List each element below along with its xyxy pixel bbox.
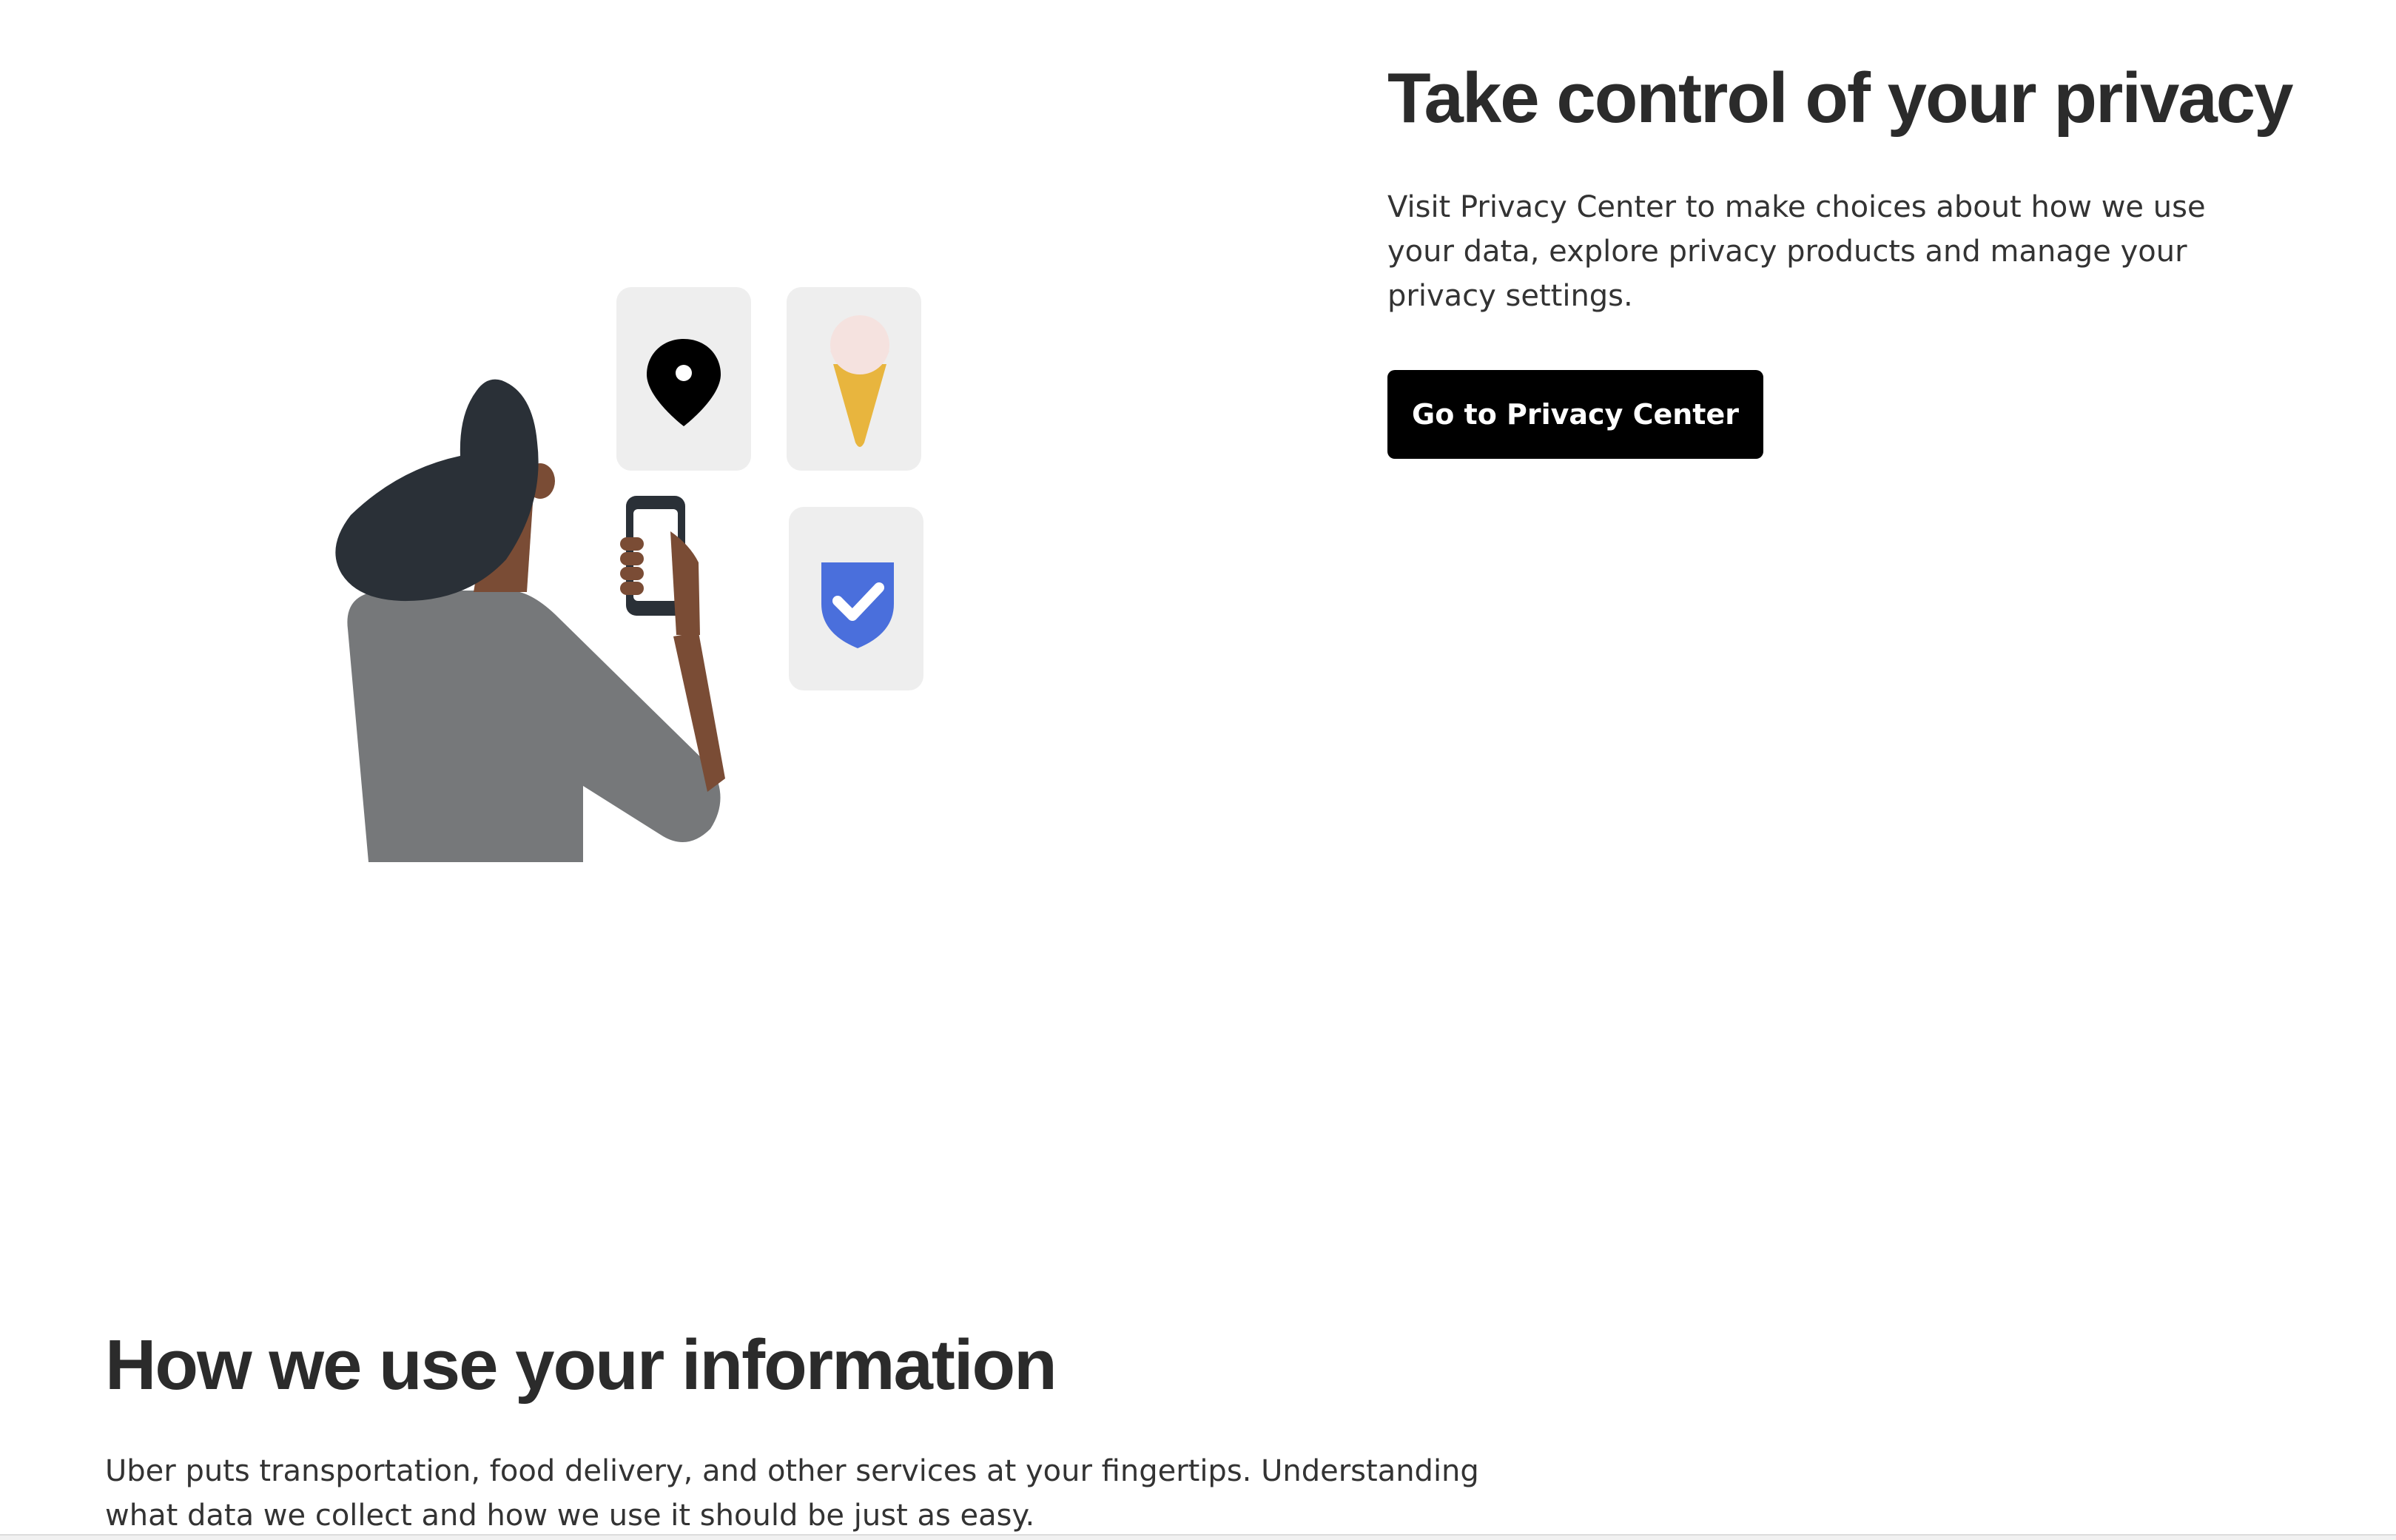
go-to-privacy-center-button[interactable]: Go to Privacy Center — [1387, 370, 1763, 459]
privacy-illustration — [311, 281, 947, 873]
location-card — [616, 287, 751, 471]
privacy-section: Take control of your privacy Visit Priva… — [1387, 58, 2335, 459]
info-description: Uber puts transportation, food delivery,… — [105, 1454, 1479, 1533]
info-title: How we use your information — [105, 1325, 1057, 1405]
privacy-title: Take control of your privacy — [1387, 58, 2294, 138]
privacy-page: Take control of your privacy Visit Priva… — [0, 0, 2396, 1540]
shield-card — [789, 507, 923, 690]
bottom-divider — [0, 1534, 2396, 1540]
info-section: How we use your information Uber puts tr… — [105, 1325, 1733, 1538]
ice-cream-card — [787, 287, 921, 471]
privacy-description: Visit Privacy Center to make choices abo… — [1387, 190, 2206, 313]
